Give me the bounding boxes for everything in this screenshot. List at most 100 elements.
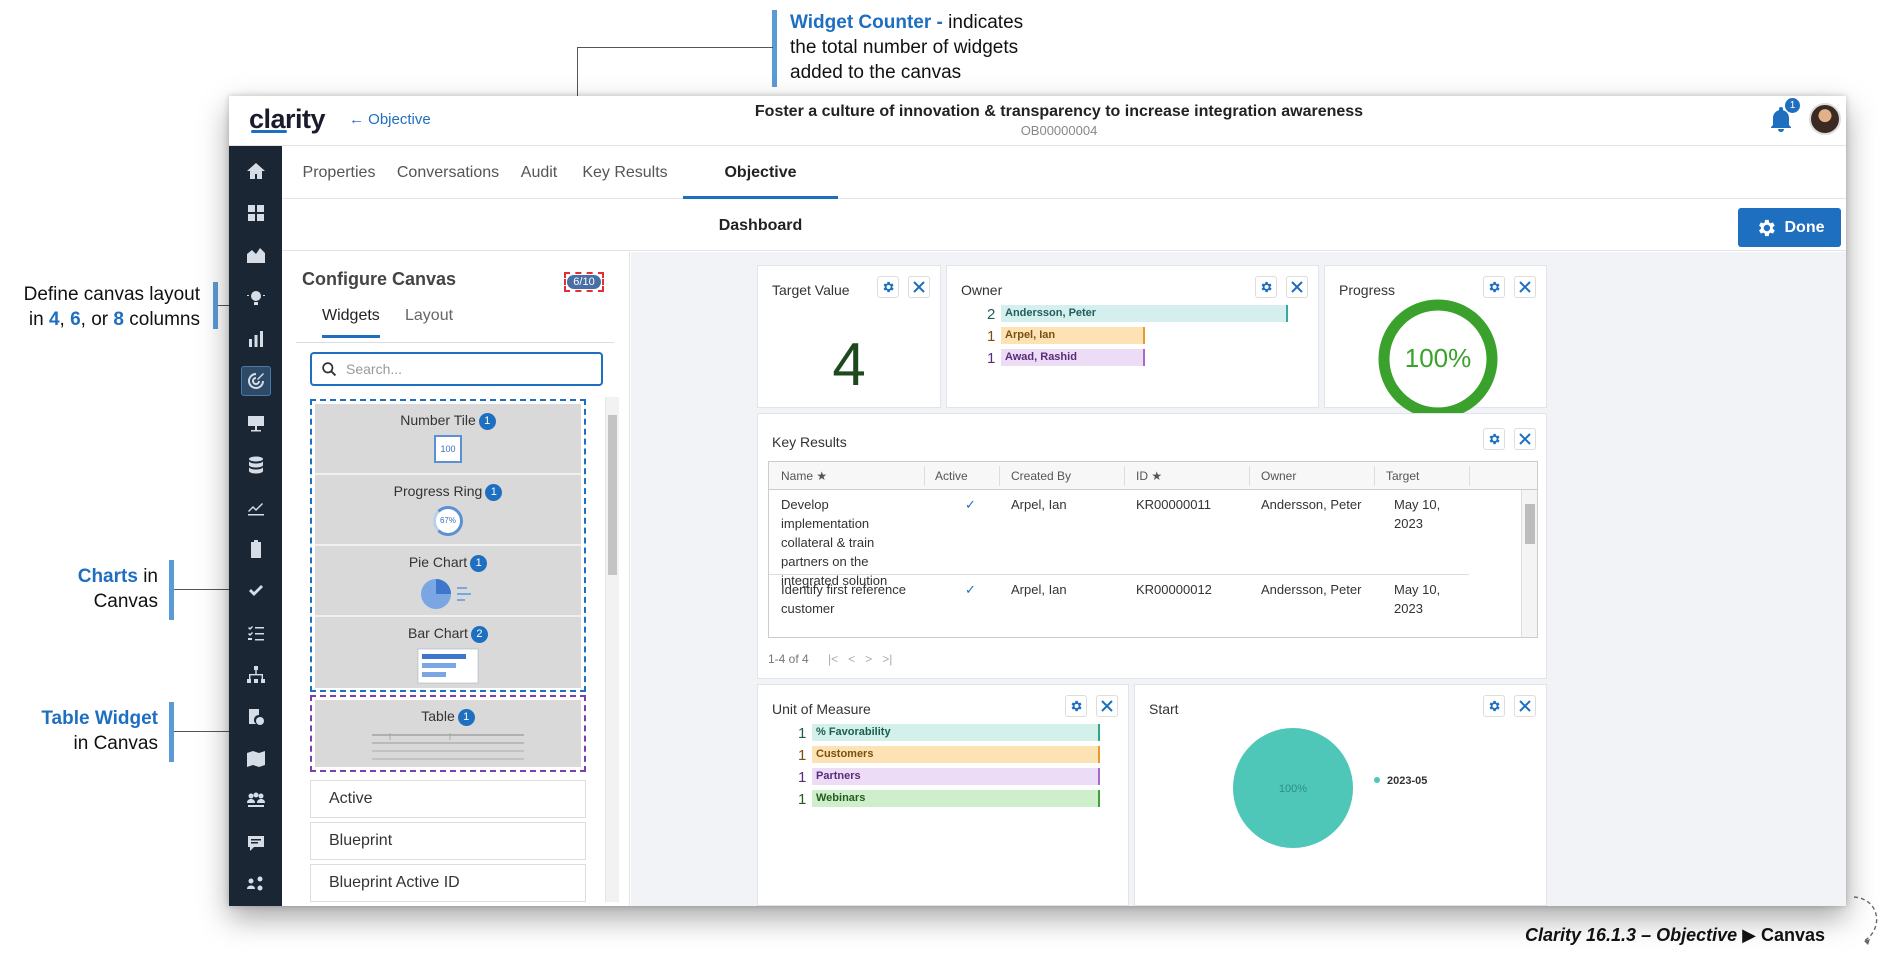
owner-card[interactable]: Owner 2 Andersson, Peter 1 Arpel, Ian 1 Awad,… [946, 265, 1319, 408]
table-row[interactable]: Develop implementation collateral & trai… [769, 490, 1469, 588]
configure-widget-button[interactable] [1483, 428, 1505, 450]
tab-conversations[interactable]: Conversations [392, 146, 504, 199]
scrollbar-thumb[interactable] [1525, 504, 1535, 544]
scrollbar-thumb[interactable] [608, 415, 617, 575]
tab-properties[interactable]: Properties [296, 146, 382, 199]
gear-icon [1071, 700, 1082, 712]
objectives-target-icon[interactable] [241, 366, 271, 396]
start-card[interactable]: Start 100% 2023-05 [1134, 684, 1547, 906]
remove-widget-button[interactable] [1514, 695, 1536, 717]
remove-widget-button[interactable] [1096, 695, 1118, 717]
remove-widget-button[interactable] [1286, 276, 1308, 298]
pagination-count: 1-4 of 4 [768, 652, 809, 666]
card-title: Owner [961, 282, 1003, 298]
table-scrollbar[interactable] [1521, 490, 1537, 637]
bar-fill[interactable]: % Favorability [812, 724, 1100, 741]
action-bar: Done [282, 199, 1846, 251]
panel-scrollbar[interactable] [605, 397, 619, 902]
configure-widget-button[interactable] [1255, 276, 1277, 298]
widget-count-badge: 1 [457, 709, 475, 726]
area-chart-icon[interactable] [241, 240, 271, 270]
roadmap-icon[interactable] [241, 744, 271, 774]
bar-count: 2 [987, 306, 996, 323]
callout-bar-table [169, 702, 174, 762]
bar-chart-icon[interactable] [241, 324, 271, 354]
clarity-logo[interactable]: clarity [249, 104, 326, 135]
key-results-card[interactable]: Key Results Name ★ Active Created By ID … [757, 413, 1547, 679]
column-header-id[interactable]: ID ★ [1136, 469, 1162, 483]
team-icon[interactable] [241, 786, 271, 816]
back-to-objective-link[interactable]: ← Objective [349, 111, 431, 128]
tab-layout[interactable]: Layout [405, 307, 453, 325]
widget-table[interactable]: Table 1 [315, 700, 581, 767]
tab-objective-dashboard[interactable]: Objective Dashboard [683, 146, 838, 234]
trend-line-icon[interactable] [241, 492, 271, 522]
progress-ring-preview-icon: 67% [433, 506, 463, 536]
widget-progress-ring[interactable]: Progress Ring 1 67% [315, 475, 581, 546]
table-row[interactable]: Identify first reference customer ✓ Arpe… [769, 575, 1469, 637]
bar-fill[interactable]: Customers [812, 746, 1100, 763]
pagination-nav-icons[interactable]: |< < > >| [828, 652, 892, 666]
record-tabs: Properties Conversations Audit Key Resul… [282, 146, 1846, 234]
tab-audit[interactable]: Audit [512, 146, 566, 199]
active-check-icon: ✓ [965, 497, 976, 512]
field-item-active[interactable]: Active [310, 780, 586, 818]
bar-fill[interactable]: Arpel, Ian [1001, 327, 1145, 344]
objective-code: OB00000004 [1020, 123, 1098, 138]
target-value-card[interactable]: Target Value 4 [757, 265, 941, 408]
bar-fill[interactable]: Webinars [812, 790, 1100, 807]
close-icon [913, 281, 925, 293]
remove-widget-button[interactable] [1514, 428, 1536, 450]
tab-widgets[interactable]: Widgets [322, 307, 380, 338]
remove-widget-button[interactable] [908, 276, 930, 298]
number-tile-preview-value: 100 [440, 444, 456, 454]
bar-fill[interactable]: Awad, Rashid [1001, 349, 1145, 366]
configure-widget-button[interactable] [1483, 695, 1505, 717]
legend-dot-icon [1374, 777, 1380, 783]
column-header-created-by[interactable]: Created By [1011, 469, 1071, 483]
widget-pie-chart[interactable]: Pie Chart 1 [315, 546, 581, 617]
field-item-blueprint[interactable]: Blueprint [310, 822, 586, 860]
tab-key-results[interactable]: Key Results [577, 146, 673, 199]
field-item-blueprint-active-id[interactable]: Blueprint Active ID [310, 864, 586, 902]
widget-search-input[interactable]: Search... [310, 352, 603, 386]
key-results-table: Name ★ Active Created By ID ★ Owner Targ… [768, 461, 1538, 638]
dashboard-grid-icon[interactable] [241, 198, 271, 228]
progress-card[interactable]: Progress 100% [1324, 265, 1547, 419]
done-button[interactable]: Done [1738, 208, 1841, 247]
app-window: clarity ← Objective Foster a culture of … [229, 96, 1846, 906]
widget-number-tile[interactable]: Number Tile 1 100 [315, 404, 581, 475]
people-icon[interactable] [241, 870, 271, 900]
presentation-icon[interactable] [241, 408, 271, 438]
configure-widget-button[interactable] [1065, 695, 1087, 717]
bar-count: 1 [798, 769, 807, 786]
user-avatar[interactable] [1809, 103, 1841, 135]
column-header-owner[interactable]: Owner [1261, 469, 1296, 483]
widget-label: Bar Chart [408, 625, 468, 641]
progress-ring: 100% [1378, 299, 1498, 419]
checkmark-icon[interactable] [241, 576, 271, 606]
column-header-target[interactable]: Target [1386, 469, 1419, 483]
unit-of-measure-card[interactable]: Unit of Measure 1 % Favorability 1 Customer… [757, 684, 1129, 906]
widget-bar-chart[interactable]: Bar Chart 2 [315, 617, 581, 688]
bar-fill[interactable]: Partners [812, 768, 1100, 785]
configure-canvas-panel: Configure Canvas 6/10 Widgets Layout Sea… [282, 252, 630, 906]
column-header-active[interactable]: Active [935, 469, 968, 483]
hierarchy-icon[interactable] [241, 660, 271, 690]
clipboard-icon[interactable] [241, 534, 271, 564]
target-value-number: 4 [832, 331, 866, 398]
cell-target: May 10, 2023 [1394, 582, 1441, 616]
timesheet-icon[interactable] [241, 702, 271, 732]
bar-fill[interactable]: Andersson, Peter [1001, 305, 1288, 322]
remove-widget-button[interactable] [1514, 276, 1536, 298]
home-icon[interactable] [241, 156, 271, 186]
column-header-name[interactable]: Name ★ [781, 469, 827, 483]
configure-widget-button[interactable] [877, 276, 899, 298]
chart-widgets-group: Number Tile 1 100 Progress Ring 1 67% Pie … [310, 399, 586, 692]
card-title: Target Value [772, 282, 850, 298]
checklist-icon[interactable] [241, 618, 271, 648]
database-icon[interactable] [241, 450, 271, 480]
ideas-bulb-icon[interactable] [241, 282, 271, 312]
callout-table: Table Widget in Canvas [41, 708, 158, 754]
report-icon[interactable] [241, 828, 271, 858]
